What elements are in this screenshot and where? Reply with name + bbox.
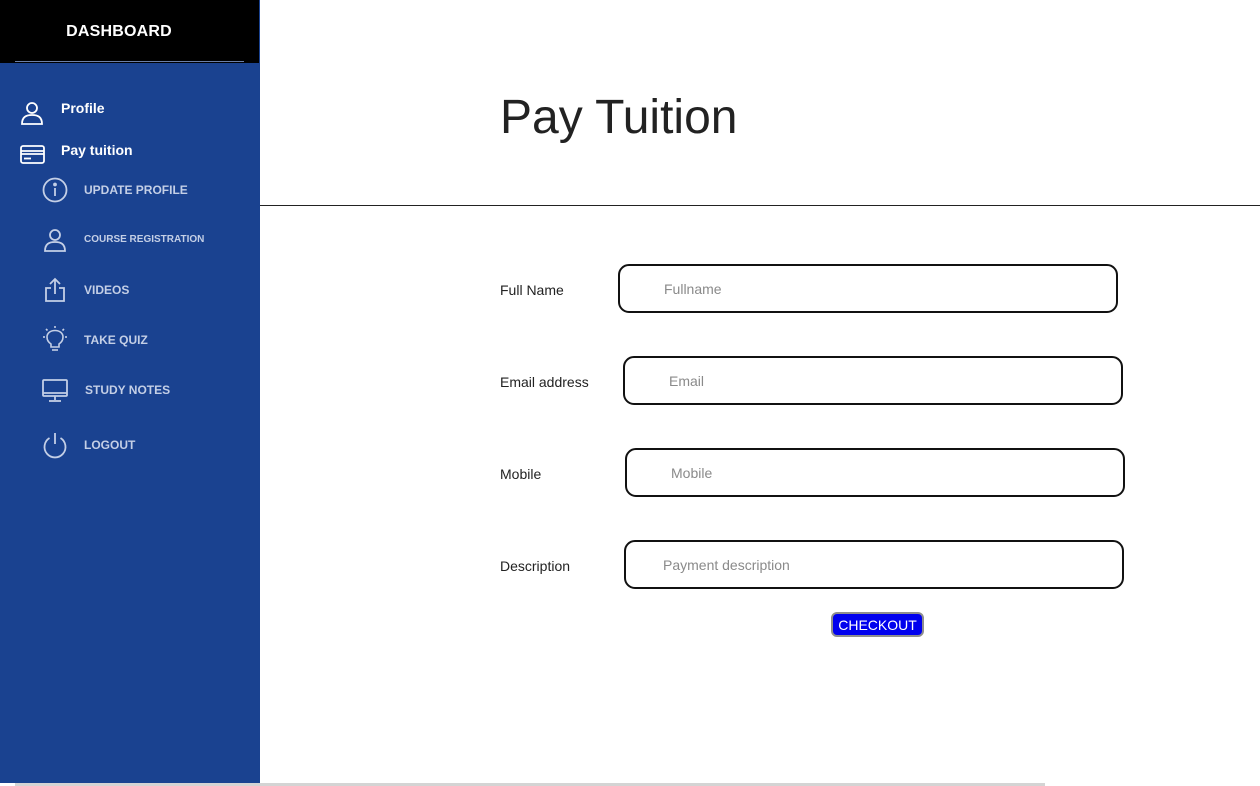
dashboard-title: DASHBOARD [66, 23, 172, 40]
email-input[interactable] [623, 356, 1123, 405]
sidebar-header: DASHBOARD [0, 0, 259, 63]
mobile-label: Mobile [500, 466, 542, 482]
sidebar-item-label: UPDATE PROFILE [84, 183, 188, 197]
sidebar-item-logout[interactable]: LOGOUT [0, 431, 260, 459]
header-divider [15, 61, 244, 62]
power-icon [42, 432, 68, 459]
sidebar-item-label: STUDY NOTES [85, 383, 171, 397]
mobile-input[interactable] [625, 448, 1125, 497]
sidebar-item-label: Pay tuition [61, 142, 133, 158]
description-label: Description [500, 558, 571, 574]
lightbulb-icon [42, 326, 68, 354]
user-icon [43, 227, 67, 253]
sidebar-item-videos[interactable]: VIDEOS [0, 276, 260, 304]
email-label: Email address [500, 374, 589, 390]
monitor-icon [42, 379, 68, 403]
sidebar-item-label: LOGOUT [84, 438, 136, 452]
page-title: Pay Tuition [500, 91, 738, 144]
upload-icon [44, 277, 66, 303]
sidebar: DASHBOARD Profile Pay tuition UPDATE PRO… [0, 0, 260, 783]
sidebar-item-label: COURSE REGISTRATION [84, 234, 205, 245]
sidebar-item-profile[interactable]: Profile [0, 96, 260, 130]
sidebar-item-label: VIDEOS [84, 283, 130, 297]
description-input[interactable] [624, 540, 1124, 589]
sidebar-item-label: Profile [61, 100, 105, 116]
sidebar-item-take-quiz[interactable]: TAKE QUIZ [0, 326, 260, 354]
sidebar-item-label: TAKE QUIZ [84, 333, 148, 347]
checkout-button[interactable]: CHECKOUT [831, 612, 924, 637]
title-divider [260, 205, 1260, 206]
full-name-label: Full Name [500, 282, 564, 298]
user-icon [19, 100, 45, 126]
sidebar-item-update-profile[interactable]: UPDATE PROFILE [0, 176, 260, 204]
sidebar-item-pay-tuition[interactable]: Pay tuition [0, 138, 260, 168]
credit-card-icon [20, 145, 45, 164]
sidebar-item-course-registration[interactable]: COURSE REGISTRATION [0, 226, 260, 254]
info-icon [42, 177, 68, 203]
full-name-input[interactable] [618, 264, 1118, 313]
sidebar-item-study-notes[interactable]: STUDY NOTES [0, 376, 260, 404]
